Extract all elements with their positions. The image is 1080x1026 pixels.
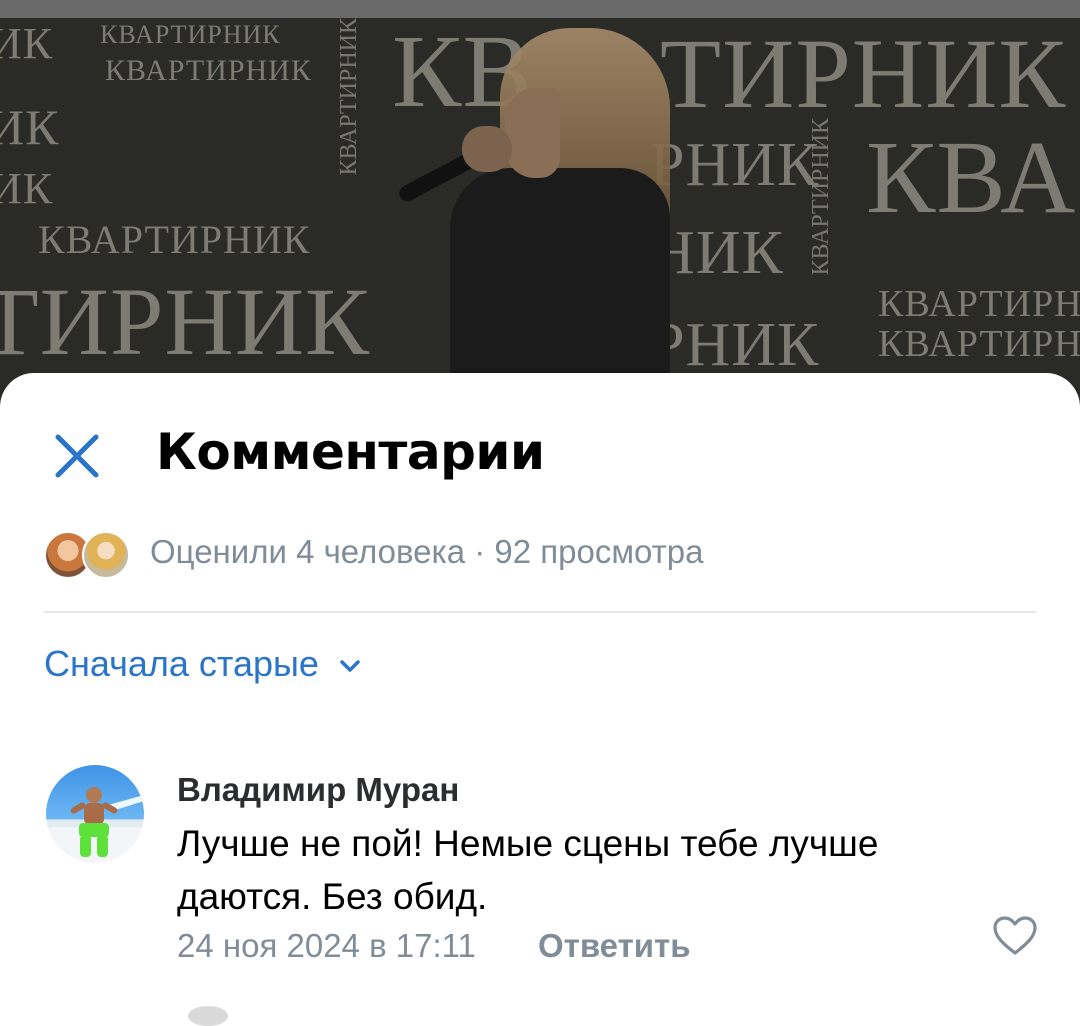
liker-avatars[interactable] xyxy=(44,531,130,579)
comments-sheet: Комментарии Оценили 4 человека · 92 прос… xyxy=(0,373,1080,1016)
watermark-text: КВАРТИРНИК xyxy=(336,18,362,176)
singer-hand xyxy=(462,126,512,172)
watermark-text: НИК xyxy=(650,219,784,287)
comment-text: Лучше не пой! Немые сцены тебе лучше даю… xyxy=(177,823,879,917)
avatar[interactable] xyxy=(46,765,144,863)
watermark-text: КВАРТИРНИК xyxy=(100,20,281,49)
likes-views-stats[interactable]: Оценили 4 человека · 92 просмотра xyxy=(150,533,703,571)
reply-button[interactable]: Ответить xyxy=(538,927,691,965)
watermark-text: ИК xyxy=(0,164,54,213)
watermark-text: КВА xyxy=(866,120,1077,235)
watermark-text: КВАРТИРНИК xyxy=(38,217,311,262)
watermark-text: КВАРТИРНИК xyxy=(808,118,834,276)
video-preview[interactable]: ИК КВАРТИРНИК КВАРТИРНИК ИК ИК КВАРТИРНИ… xyxy=(0,18,1080,418)
watermark-text: ИК xyxy=(0,99,60,155)
comment-date: 24 ноя 2024 в 17:11 xyxy=(177,927,476,964)
heart-outline-icon[interactable] xyxy=(992,915,1038,957)
singer-face xyxy=(505,88,560,178)
page-title: Комментарии xyxy=(156,423,545,481)
sort-dropdown[interactable]: Сначала старые xyxy=(44,643,361,685)
chevron-down-icon xyxy=(340,660,360,672)
avatar xyxy=(82,531,130,579)
status-bar xyxy=(0,0,1080,18)
divider xyxy=(44,611,1036,613)
watermark-text: КВАРТИРНИК xyxy=(105,54,312,87)
close-icon[interactable] xyxy=(46,425,108,487)
watermark-text: ТИРНИК xyxy=(0,268,371,375)
watermark-text: РНИК xyxy=(650,131,820,199)
watermark-text: КВАРТИРНИК xyxy=(878,283,1080,325)
watermark-text: РНИК xyxy=(650,311,820,379)
watermark-text: КВАРТИРНИК xyxy=(878,323,1080,365)
comment-item: Владимир Муран Лучше не пой! Немые сцены… xyxy=(44,763,1044,983)
avatar xyxy=(188,1006,228,1026)
sort-label: Сначала старые xyxy=(44,643,319,684)
watermark-text: ТИРНИК xyxy=(660,18,1067,129)
watermark-text: ИК xyxy=(0,19,54,68)
avatar-photo xyxy=(46,787,144,863)
comment-author[interactable]: Владимир Муран xyxy=(177,771,459,809)
